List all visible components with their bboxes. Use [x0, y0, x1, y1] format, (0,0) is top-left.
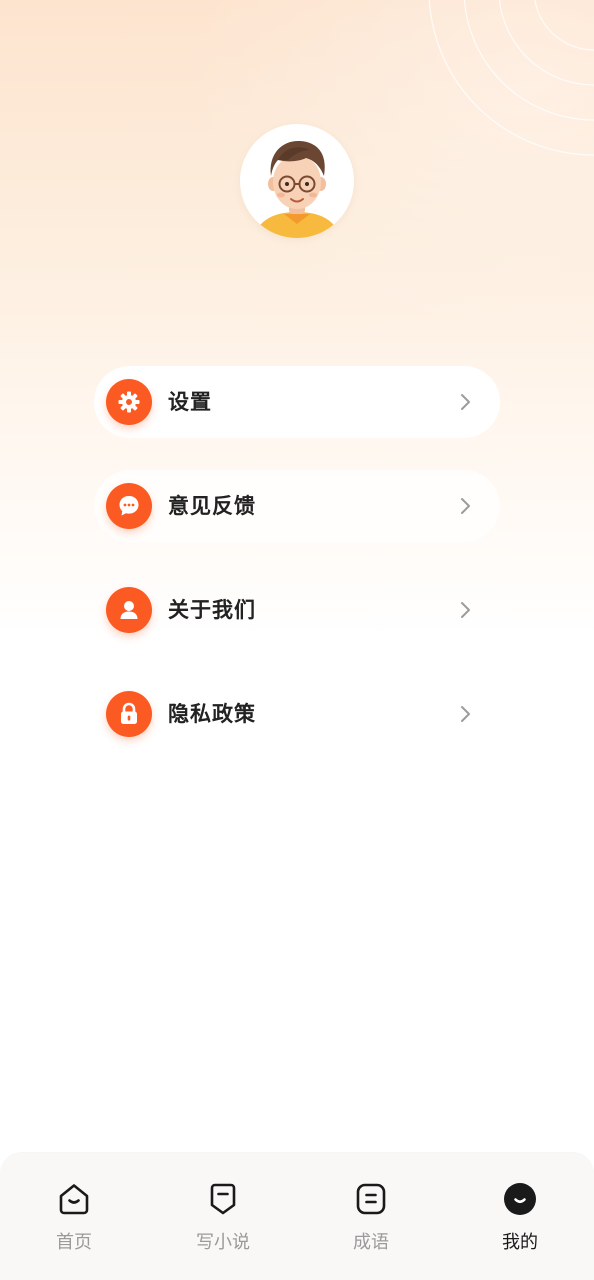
- decorative-arcs: [428, 0, 594, 156]
- home-icon: [59, 1184, 89, 1215]
- tab-label: 首页: [56, 1232, 92, 1253]
- chevron-right-icon: [461, 394, 470, 410]
- tab-label: 我的: [502, 1232, 538, 1253]
- menu-item-label: 设置: [168, 390, 212, 414]
- menu-item-label: 意见反馈: [168, 494, 256, 518]
- menu-item-privacy-policy[interactable]: 隐私政策: [94, 678, 500, 750]
- lock-icon: [106, 691, 152, 737]
- gear-icon: [106, 379, 152, 425]
- menu-item-label: 关于我们: [168, 598, 256, 622]
- tab-label: 写小说: [196, 1232, 250, 1253]
- chevron-right-icon: [461, 706, 470, 722]
- menu-item-label: 隐私政策: [168, 702, 256, 726]
- avatar[interactable]: [240, 124, 354, 238]
- mine-icon: [504, 1183, 536, 1215]
- avatar-illustration: [254, 140, 340, 238]
- bottom-tab-bar: 首页 写小说 成语 我的: [0, 1153, 594, 1280]
- menu-item-settings[interactable]: 设置: [94, 366, 500, 438]
- tab-mine[interactable]: 我的: [460, 1181, 580, 1254]
- chevron-right-icon: [461, 498, 470, 514]
- tab-label: 成语: [353, 1232, 389, 1253]
- menu-item-about-us[interactable]: 关于我们: [94, 574, 500, 646]
- settings-menu: 设置 意见反馈 关于我们 隐私政策: [94, 366, 500, 782]
- tab-idiom[interactable]: 成语: [311, 1181, 431, 1254]
- chat-bubble-icon: [106, 483, 152, 529]
- write-novel-icon: [210, 1183, 236, 1215]
- menu-item-feedback[interactable]: 意见反馈: [94, 470, 500, 542]
- tab-write-novel[interactable]: 写小说: [163, 1181, 283, 1254]
- person-icon: [106, 587, 152, 633]
- chevron-right-icon: [461, 602, 470, 618]
- idiom-icon: [356, 1183, 386, 1215]
- tab-home[interactable]: 首页: [14, 1181, 134, 1254]
